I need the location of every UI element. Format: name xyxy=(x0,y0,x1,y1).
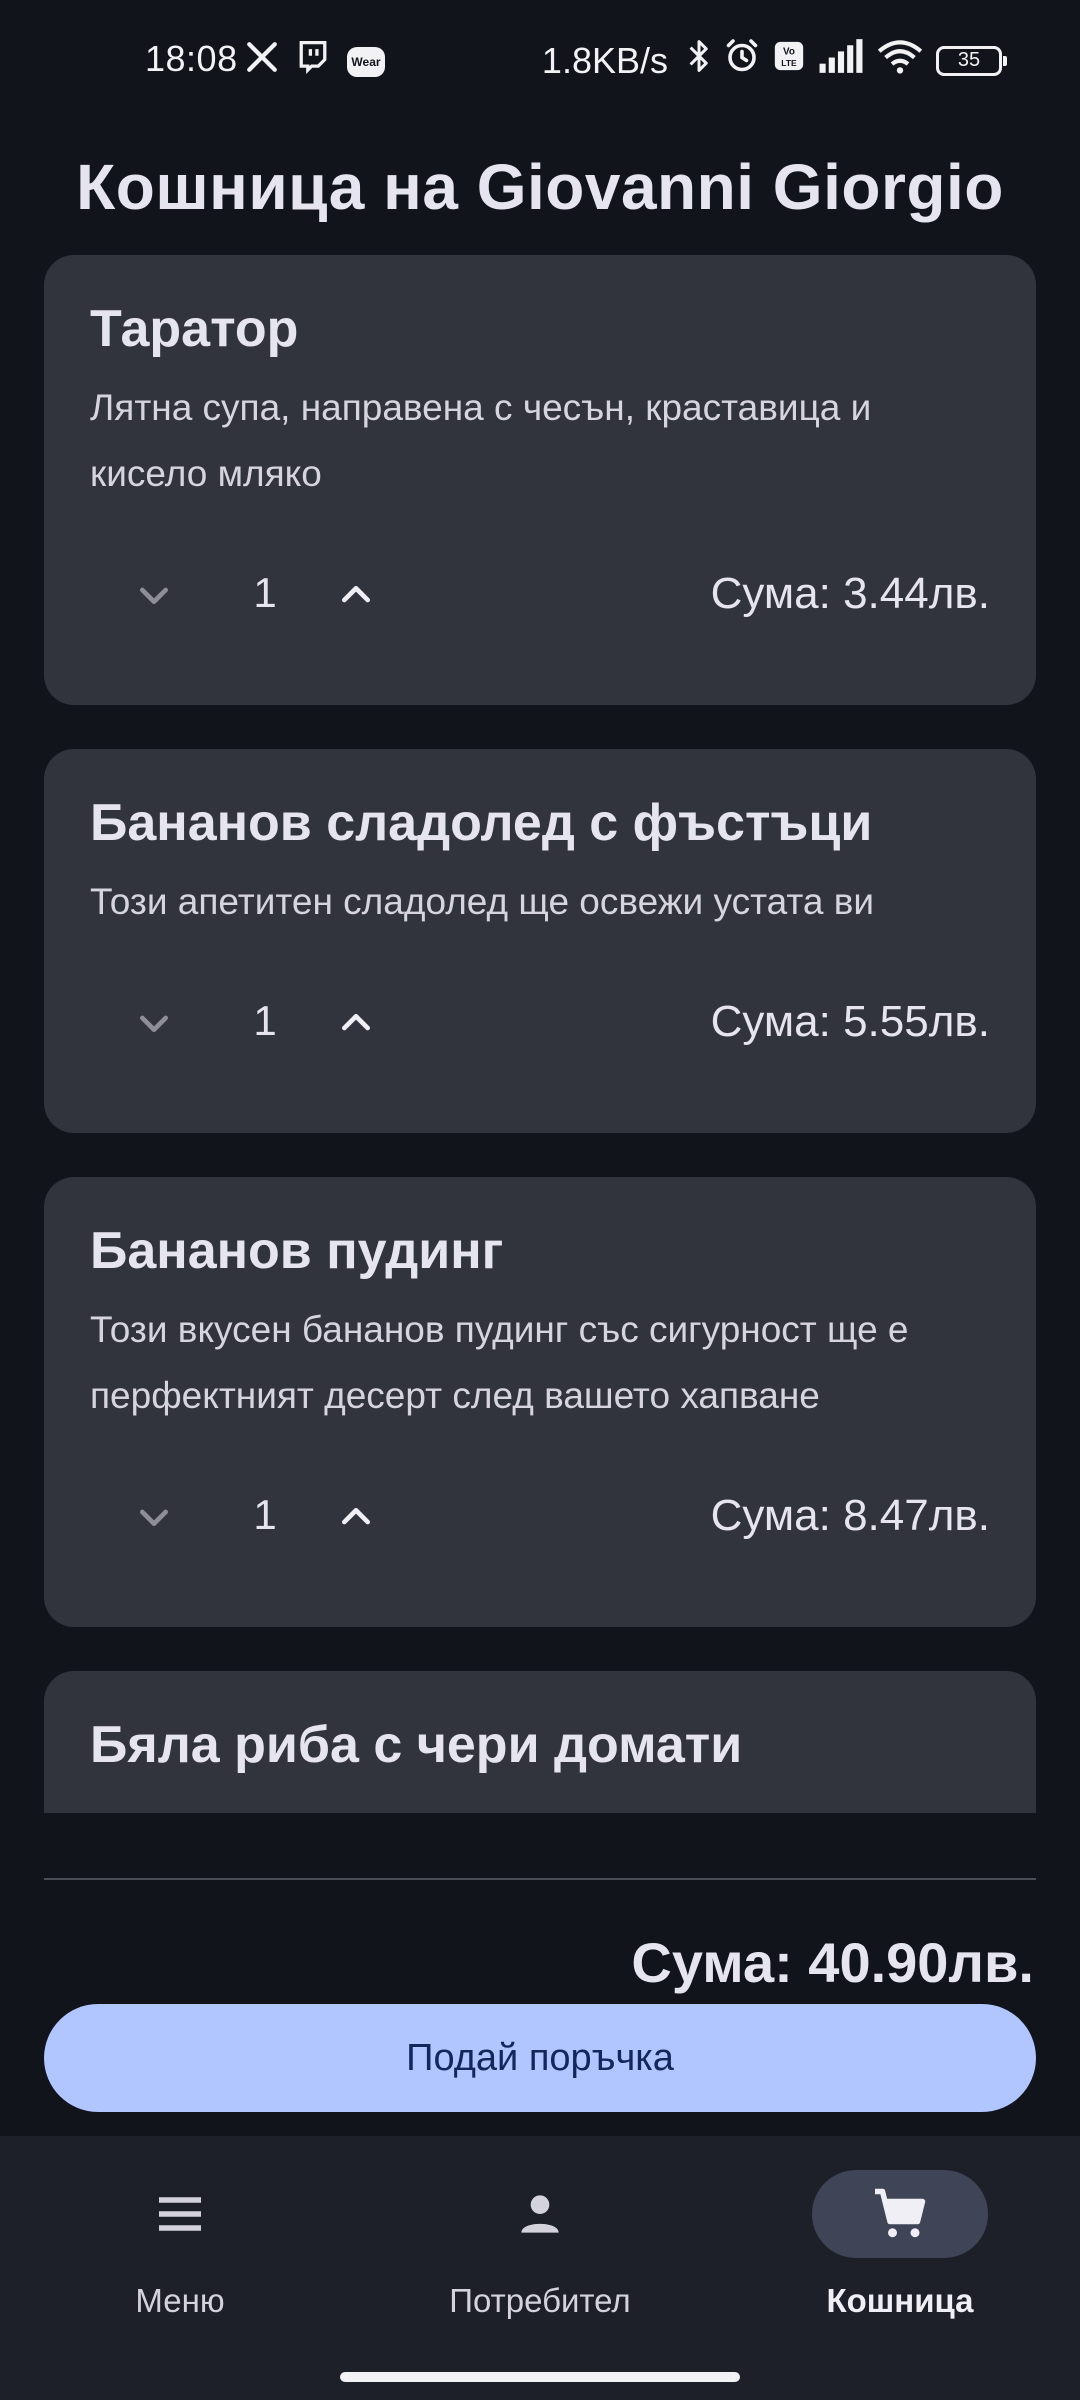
nav-item-user[interactable]: Потребител xyxy=(360,2170,720,2350)
chevron-up-icon xyxy=(342,586,370,603)
quantity-row: 1 Сума: 5.55лв. xyxy=(44,983,1036,1063)
quantity-value: 1 xyxy=(253,1491,277,1538)
notification-icons: Wear xyxy=(245,40,385,83)
item-description: Лятна супа, направена с чесън, краставиц… xyxy=(90,387,872,494)
item-sum: Сума: 5.55лв. xyxy=(710,997,990,1046)
gesture-bar[interactable] xyxy=(340,2372,740,2382)
nav-pill-active xyxy=(812,2170,988,2258)
bluetooth-icon xyxy=(686,38,712,83)
nav-item-menu[interactable]: Меню xyxy=(0,2170,360,2350)
nav-label: Меню xyxy=(135,2282,225,2319)
item-name: Бяла риба с чери домати xyxy=(90,1716,743,1774)
signal-icon xyxy=(818,39,864,82)
decrease-quantity-button[interactable] xyxy=(114,1477,194,1557)
nav-label: Потребител xyxy=(449,2282,631,2319)
quantity-row: 1 Сума: 8.47лв. xyxy=(44,1477,1036,1557)
increase-quantity-button[interactable] xyxy=(316,555,396,635)
item-name: Бананов пудинг xyxy=(90,1222,504,1280)
place-order-button[interactable]: Подай поръчка xyxy=(44,2004,1036,2112)
cart-list[interactable]: Таратор Лятна супа, направена с чесън, к… xyxy=(44,255,1036,1813)
battery-icon: 35 xyxy=(936,45,1007,76)
chevron-up-icon xyxy=(342,1508,370,1525)
item-description: Този вкусен бананов пудинг със сигурност… xyxy=(90,1309,909,1416)
bottom-navigation: Меню Потребител Кошница xyxy=(0,2136,1080,2400)
item-sum: Сума: 3.44лв. xyxy=(710,569,990,618)
twitch-icon xyxy=(297,40,329,83)
chevron-down-icon xyxy=(140,1509,168,1526)
nav-pill xyxy=(92,2170,268,2258)
item-name: Бананов сладолед с фъстъци xyxy=(90,794,873,852)
chevron-down-icon xyxy=(140,1015,168,1032)
decrease-quantity-button[interactable] xyxy=(114,555,194,635)
increase-quantity-button[interactable] xyxy=(316,983,396,1063)
battery-level: 35 xyxy=(957,49,981,71)
chevron-up-icon xyxy=(342,1014,370,1031)
decrease-quantity-button[interactable] xyxy=(114,983,194,1063)
svg-text:LTE: LTE xyxy=(781,58,797,68)
person-icon xyxy=(521,2195,559,2233)
nav-label: Кошница xyxy=(826,2282,974,2319)
volte-icon: Vo LTE xyxy=(772,39,806,82)
quantity-row: 1 Сума: 3.44лв. xyxy=(44,555,1036,635)
quantity-value: 1 xyxy=(253,569,277,616)
status-bar: 18:08 Wear 1.8KB/s Vo LTE 35 xyxy=(0,0,1080,120)
status-time: 18:08 xyxy=(145,38,238,79)
cart-screen: 18:08 Wear 1.8KB/s Vo LTE 35 Кошница на … xyxy=(0,0,1080,2400)
cart-item: Таратор Лятна супа, направена с чесън, к… xyxy=(44,255,1036,705)
divider xyxy=(44,1878,1036,1880)
page-title: Кошница на Giovanni Giorgio xyxy=(76,151,1004,223)
chevron-down-icon xyxy=(140,587,168,604)
item-name: Таратор xyxy=(90,300,299,358)
increase-quantity-button[interactable] xyxy=(316,1477,396,1557)
cart-item: Бананов сладолед с фъстъци Този апетитен… xyxy=(44,749,1036,1133)
cart-item: Бяла риба с чери домати xyxy=(44,1671,1036,1813)
cart-icon xyxy=(875,2188,926,2238)
cart-total: Сума: 40.90лв. xyxy=(631,1931,1034,1994)
svg-text:Vo: Vo xyxy=(783,47,795,58)
system-icons: 1.8KB/s Vo LTE 35 xyxy=(541,38,1007,83)
menu-icon xyxy=(159,2197,201,2231)
wifi-icon xyxy=(876,38,924,83)
item-sum: Сума: 8.47лв. xyxy=(710,1491,990,1540)
nav-item-cart[interactable]: Кошница xyxy=(720,2170,1080,2350)
wear-icon: Wear xyxy=(347,46,385,77)
network-speed: 1.8KB/s xyxy=(541,39,668,81)
alarm-icon xyxy=(724,38,760,83)
nav-pill xyxy=(452,2170,628,2258)
cart-item: Бананов пудинг Този вкусен бананов пудин… xyxy=(44,1177,1036,1627)
item-description: Този апетитен сладолед ще освежи устата … xyxy=(90,881,875,922)
x-icon xyxy=(245,40,279,83)
quantity-value: 1 xyxy=(253,997,277,1044)
